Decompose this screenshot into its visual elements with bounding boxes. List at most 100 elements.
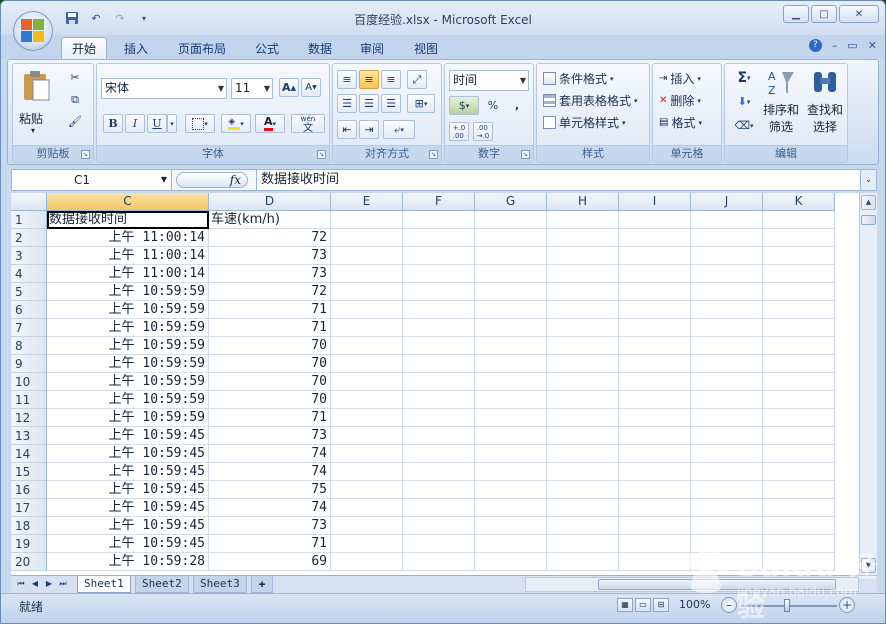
empty-cell[interactable] — [475, 301, 547, 319]
row-header[interactable]: 6 — [11, 301, 47, 319]
align-middle-icon[interactable]: ≡ — [359, 70, 379, 89]
time-cell[interactable]: 上午 10:59:59 — [47, 409, 209, 427]
row-header[interactable]: 8 — [11, 337, 47, 355]
currency-icon[interactable]: $ ▾ — [449, 96, 479, 115]
row-header[interactable]: 17 — [11, 499, 47, 517]
empty-cell[interactable] — [403, 355, 475, 373]
empty-cell[interactable] — [331, 445, 403, 463]
time-cell[interactable]: 上午 10:59:59 — [47, 373, 209, 391]
empty-cell[interactable] — [763, 319, 835, 337]
empty-cell[interactable] — [691, 553, 763, 571]
empty-cell[interactable] — [403, 301, 475, 319]
scroll-up-icon[interactable]: ▲ — [861, 195, 876, 210]
tab-formulas[interactable]: 公式 — [247, 37, 287, 59]
speed-cell[interactable]: 70 — [209, 391, 331, 409]
empty-cell[interactable] — [331, 391, 403, 409]
horizontal-scrollbar[interactable] — [525, 577, 859, 592]
time-cell[interactable]: 上午 10:59:45 — [47, 517, 209, 535]
empty-cell[interactable] — [547, 319, 619, 337]
empty-cell[interactable] — [547, 553, 619, 571]
speed-cell[interactable]: 73 — [209, 427, 331, 445]
tab-review[interactable]: 审阅 — [351, 37, 393, 59]
empty-cell[interactable] — [691, 373, 763, 391]
empty-cell[interactable] — [475, 283, 547, 301]
normal-view-icon[interactable]: ▦ — [617, 598, 633, 612]
align-left-icon[interactable]: ☰ — [337, 94, 357, 113]
empty-cell[interactable] — [475, 211, 547, 229]
format-painter-icon[interactable]: 🖌 — [65, 112, 85, 131]
empty-cell[interactable] — [547, 265, 619, 283]
time-cell[interactable]: 上午 10:59:45 — [47, 481, 209, 499]
decrease-indent-icon[interactable]: ⇤ — [337, 120, 357, 139]
cell-c1-header[interactable]: 数据接收时间 — [47, 211, 209, 229]
sheet-tab-sheet3[interactable]: Sheet3 — [193, 576, 247, 593]
empty-cell[interactable] — [691, 409, 763, 427]
empty-cell[interactable] — [475, 319, 547, 337]
speed-cell[interactable]: 71 — [209, 535, 331, 553]
time-cell[interactable]: 上午 10:59:59 — [47, 355, 209, 373]
maximize-button[interactable]: □ — [811, 5, 837, 23]
empty-cell[interactable] — [475, 265, 547, 283]
empty-cell[interactable] — [691, 265, 763, 283]
time-cell[interactable]: 上午 10:59:45 — [47, 445, 209, 463]
empty-cell[interactable] — [403, 265, 475, 283]
align-bottom-icon[interactable]: ≡ — [381, 70, 401, 89]
empty-cell[interactable] — [619, 301, 691, 319]
name-box[interactable]: C1 ▼ — [12, 170, 172, 190]
empty-cell[interactable] — [475, 391, 547, 409]
empty-cell[interactable] — [547, 463, 619, 481]
grow-font-button[interactable]: A ▲ — [279, 78, 299, 97]
increase-indent-icon[interactable]: ⇥ — [359, 120, 379, 139]
empty-cell[interactable] — [547, 211, 619, 229]
alignment-launcher-icon[interactable]: ↘ — [429, 150, 438, 159]
empty-cell[interactable] — [763, 517, 835, 535]
empty-cell[interactable] — [619, 265, 691, 283]
empty-cell[interactable] — [475, 517, 547, 535]
vertical-scroll-thumb[interactable] — [861, 215, 876, 225]
empty-cell[interactable] — [331, 301, 403, 319]
row-header[interactable]: 3 — [11, 247, 47, 265]
empty-cell[interactable] — [475, 409, 547, 427]
paste-button[interactable]: 粘贴 ▾ — [19, 68, 53, 140]
cut-icon[interactable]: ✂ — [65, 68, 85, 87]
wrap-text-icon[interactable]: ⤶ ▾ — [383, 120, 415, 139]
number-launcher-icon[interactable]: ↘ — [521, 150, 530, 159]
worksheet-grid[interactable]: CDEFGHIJK 1 数据接收时间 车速(km/h) 2 上午 11:00:14 72 3… — [11, 193, 859, 575]
row-header[interactable]: 9 — [11, 355, 47, 373]
empty-cell[interactable] — [763, 211, 835, 229]
empty-cell[interactable] — [691, 445, 763, 463]
empty-cell[interactable] — [403, 211, 475, 229]
column-header-e[interactable]: E — [331, 193, 403, 211]
font-size-select[interactable]: 11 ▼ — [231, 78, 273, 99]
empty-cell[interactable] — [619, 337, 691, 355]
empty-cell[interactable] — [763, 337, 835, 355]
font-launcher-icon[interactable]: ↘ — [317, 150, 326, 159]
empty-cell[interactable] — [331, 535, 403, 553]
column-header-d[interactable]: D — [209, 193, 331, 211]
empty-cell[interactable] — [763, 373, 835, 391]
comma-button[interactable]: , — [507, 96, 527, 115]
column-header-c[interactable]: C — [47, 193, 209, 211]
autosum-button[interactable]: Σ ▾ — [731, 68, 757, 87]
scroll-down-icon[interactable]: ▼ — [861, 558, 876, 573]
empty-cell[interactable] — [475, 247, 547, 265]
empty-cell[interactable] — [547, 247, 619, 265]
speed-cell[interactable]: 74 — [209, 499, 331, 517]
row-header[interactable]: 20 — [11, 553, 47, 571]
empty-cell[interactable] — [763, 445, 835, 463]
empty-cell[interactable] — [403, 517, 475, 535]
empty-cell[interactable] — [331, 265, 403, 283]
empty-cell[interactable] — [403, 247, 475, 265]
speed-cell[interactable]: 72 — [209, 283, 331, 301]
empty-cell[interactable] — [691, 319, 763, 337]
copy-icon[interactable]: ⧉ — [65, 90, 85, 109]
close-button[interactable]: ✕ — [839, 5, 879, 23]
minimize-button[interactable]: ▁ — [783, 5, 809, 23]
empty-cell[interactable] — [763, 535, 835, 553]
align-top-icon[interactable]: ≡ — [337, 70, 357, 89]
speed-cell[interactable]: 71 — [209, 409, 331, 427]
first-sheet-icon[interactable]: ⏮ — [15, 577, 27, 591]
empty-cell[interactable] — [691, 355, 763, 373]
time-cell[interactable]: 上午 11:00:14 — [47, 265, 209, 283]
time-cell[interactable]: 上午 10:59:45 — [47, 427, 209, 445]
